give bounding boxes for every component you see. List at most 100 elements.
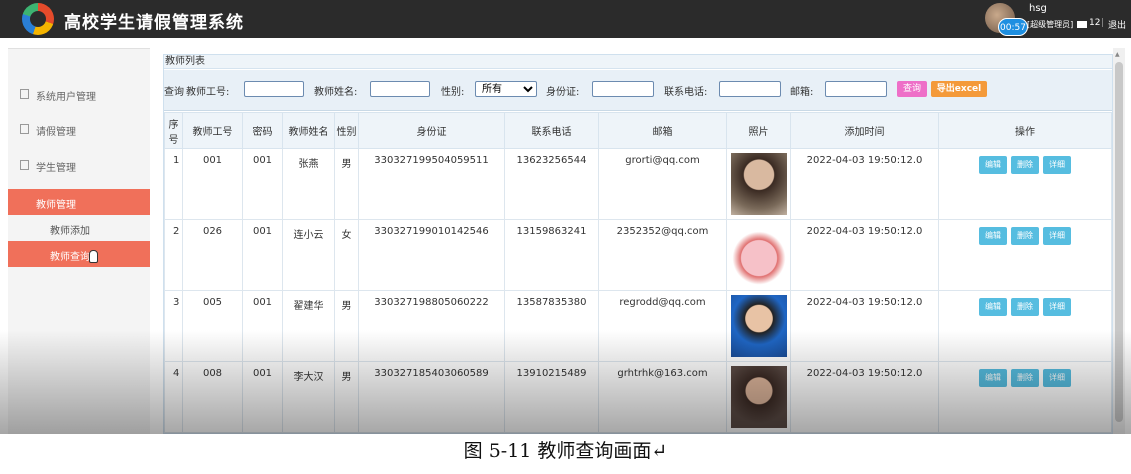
document-icon (20, 124, 29, 134)
cell-photo (726, 361, 791, 433)
hand-cursor-icon (89, 250, 98, 263)
query-button[interactable]: 查询 (897, 81, 927, 97)
sidebar-subitem-label: 教师查询 (50, 252, 90, 263)
cell-gender: 女 (334, 219, 359, 291)
cell-gender: 男 (334, 361, 359, 433)
col-header-sn: 序号 (164, 112, 183, 149)
delete-button[interactable]: 删除 (1011, 298, 1039, 316)
table-row: 2 026 001 连小云 女 330327199010142546 13159… (164, 219, 1112, 291)
cell-gender: 男 (334, 290, 359, 362)
top-bar: 高校学生请假管理系统 00:57 hsg [超级管理员] 12 | 退出 (0, 0, 1131, 38)
detail-button[interactable]: 详细 (1043, 156, 1071, 174)
col-header-gender: 性别 (334, 112, 359, 149)
cell-password: 001 (242, 219, 283, 291)
cell-email: grhtrhk@163.com (598, 361, 727, 433)
cell-teacher-no: 026 (182, 219, 243, 291)
sidebar-item-label: 请假管理 (36, 127, 76, 138)
col-header-phone: 联系电话 (504, 112, 599, 149)
teacher-table: 序号 教师工号 密码 教师姓名 性别 身份证 联系电话 邮箱 照片 添加时间 操… (164, 112, 1112, 433)
email-label: 邮箱: (790, 87, 814, 98)
cell-id: 330327199504059511 (358, 148, 505, 220)
phone-label: 联系电话: (664, 87, 708, 98)
cell-teacher-name: 李大汉 (282, 361, 335, 433)
cell-actions: 编辑 删除 详细 (938, 148, 1112, 220)
scroll-up-icon[interactable]: ▲ (1115, 51, 1120, 58)
edit-button[interactable]: 编辑 (979, 227, 1007, 245)
sidebar-item-label: 学生管理 (36, 163, 76, 174)
table-header-row: 序号 教师工号 密码 教师姓名 性别 身份证 联系电话 邮箱 照片 添加时间 操… (164, 112, 1112, 149)
teacher-photo (730, 366, 787, 428)
teacher-photo (730, 153, 787, 215)
id-input[interactable] (592, 81, 654, 97)
delete-button[interactable]: 删除 (1011, 369, 1039, 387)
cell-add-time: 2022-04-03 19:50:12.0 (790, 361, 939, 433)
cell-actions: 编辑 删除 详细 (938, 219, 1112, 291)
email-input[interactable] (825, 81, 887, 97)
vertical-scrollbar[interactable]: ▲ (1113, 48, 1125, 434)
teacher-name-input[interactable] (370, 81, 430, 97)
query-label: 查询 (164, 87, 184, 98)
sidebar-subitem-teacher-query[interactable]: 教师查询 (8, 241, 150, 267)
cell-email: grorti@qq.com (598, 148, 727, 220)
cell-sn: 1 (164, 148, 183, 220)
col-header-email: 邮箱 (598, 112, 727, 149)
teacher-no-input[interactable] (244, 81, 304, 97)
user-role: [超级管理员] (1027, 20, 1074, 29)
cell-photo (726, 148, 791, 220)
mail-count[interactable]: 12 (1089, 18, 1100, 28)
sidebar: 系统用户管理 请假管理 学生管理 教师管理 教师添加 教师查询 (8, 48, 150, 434)
app-title: 高校学生请假管理系统 (64, 13, 244, 33)
cell-add-time: 2022-04-03 19:50:12.0 (790, 219, 939, 291)
table-row: 1 001 001 张燕 男 330327199504059511 136232… (164, 148, 1112, 220)
cell-photo (726, 290, 791, 362)
cell-password: 001 (242, 290, 283, 362)
sidebar-item-label: 教师管理 (36, 200, 76, 211)
id-label: 身份证: (546, 87, 580, 98)
session-timer: 00:57 (998, 18, 1028, 36)
cell-password: 001 (242, 148, 283, 220)
delete-button[interactable]: 删除 (1011, 227, 1039, 245)
sidebar-item-system-users[interactable]: 系统用户管理 (8, 77, 150, 113)
teacher-list-panel: 教师列表 查询 教师工号: 教师姓名: 性别: 所有 身份证: 联系电话: 邮箱… (163, 54, 1113, 434)
col-header-photo: 照片 (726, 112, 791, 149)
delete-button[interactable]: 删除 (1011, 156, 1039, 174)
cell-phone: 13910215489 (504, 361, 599, 433)
teacher-no-label: 教师工号: (186, 87, 230, 98)
figure-caption: 图 5-11 教师查询画面↵ (463, 440, 668, 462)
sidebar-item-students[interactable]: 学生管理 (8, 148, 150, 184)
cell-phone: 13587835380 (504, 290, 599, 362)
detail-button[interactable]: 详细 (1043, 298, 1071, 316)
col-header-actions: 操作 (938, 112, 1112, 149)
sidebar-item-leave[interactable]: 请假管理 (8, 112, 150, 148)
cell-photo (726, 219, 791, 291)
cell-sn: 4 (164, 361, 183, 433)
col-header-teacher-no: 教师工号 (182, 112, 243, 149)
logo-icon (22, 3, 54, 35)
sidebar-item-teachers[interactable]: 教师管理 (8, 189, 150, 215)
col-header-id: 身份证 (358, 112, 505, 149)
panel-title: 教师列表 (164, 55, 1112, 69)
phone-input[interactable] (719, 81, 781, 97)
edit-button[interactable]: 编辑 (979, 156, 1007, 174)
edit-button[interactable]: 编辑 (979, 369, 1007, 387)
cell-teacher-no: 005 (182, 290, 243, 362)
edit-button[interactable]: 编辑 (979, 298, 1007, 316)
detail-button[interactable]: 详细 (1043, 369, 1071, 387)
user-name: hsg (1029, 3, 1047, 14)
separator: | (1101, 18, 1105, 28)
detail-button[interactable]: 详细 (1043, 227, 1071, 245)
cell-sn: 3 (164, 290, 183, 362)
scrollbar-thumb[interactable] (1115, 62, 1123, 422)
cell-email: 2352352@qq.com (598, 219, 727, 291)
table-row: 3 005 001 翟建华 男 330327198805060222 13587… (164, 290, 1112, 362)
cell-teacher-name: 连小云 (282, 219, 335, 291)
cell-actions: 编辑 删除 详细 (938, 361, 1112, 433)
sidebar-subitem-teacher-add[interactable]: 教师添加 (8, 215, 150, 241)
cell-id: 330327199010142546 (358, 219, 505, 291)
gender-label: 性别: (441, 87, 465, 98)
mail-icon[interactable] (1077, 21, 1087, 28)
export-excel-button[interactable]: 导出excel (931, 81, 987, 97)
logout-link[interactable]: 退出 (1108, 18, 1126, 31)
gender-select[interactable]: 所有 (475, 81, 537, 97)
search-bar: 查询 教师工号: 教师姓名: 性别: 所有 身份证: 联系电话: 邮箱: 查询 … (164, 70, 1112, 111)
